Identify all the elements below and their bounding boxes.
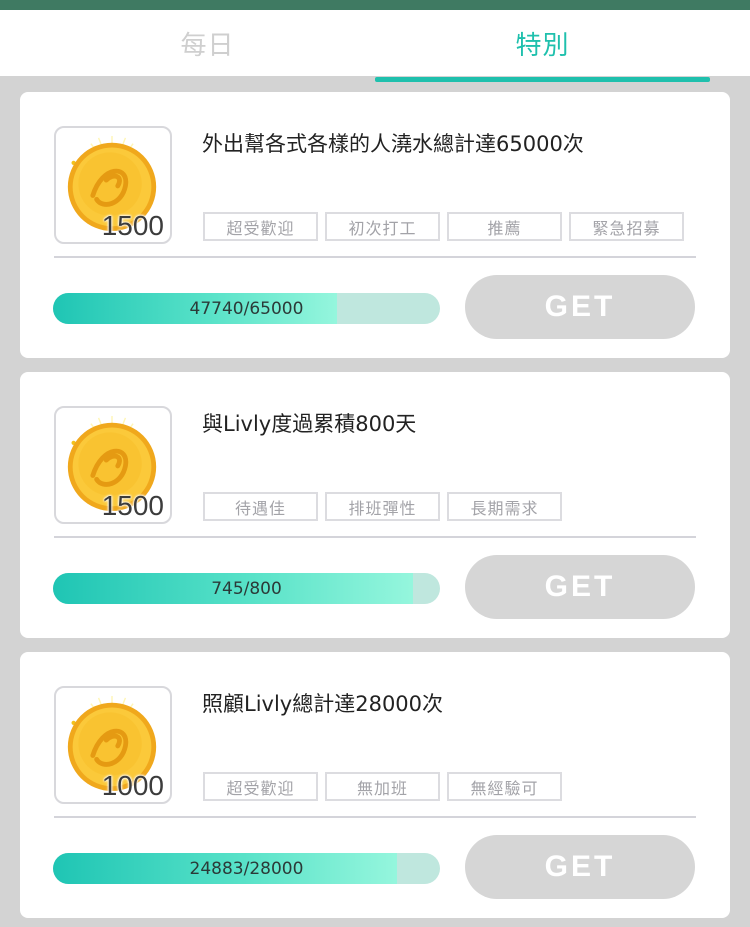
reward-box: 1500: [54, 406, 172, 524]
reward-amount: 1500: [101, 490, 164, 521]
reward-box: 1000: [54, 686, 172, 804]
progress-bar: 745/800: [53, 573, 440, 604]
tab-daily[interactable]: 每日: [40, 10, 375, 76]
progress-text: 745/800: [211, 578, 282, 599]
tab-bar: 每日 特別: [0, 10, 750, 82]
quest-tag: 超受歡迎: [203, 212, 318, 241]
quest-card: 1000 照顧Livly總計達28000次 超受歡迎 無加班 無經驗可 2488…: [20, 652, 730, 918]
progress-text: 47740/65000: [189, 298, 304, 319]
quest-card: 1500 外出幫各式各樣的人澆水總計達65000次 超受歡迎 初次打工 推薦 緊…: [20, 92, 730, 358]
quest-tag: 超受歡迎: [203, 772, 318, 801]
quest-tags: 超受歡迎 初次打工 推薦 緊急招募: [203, 212, 684, 241]
reward-box: 1500: [54, 126, 172, 244]
progress-bar: 47740/65000: [53, 293, 440, 324]
card-divider: [54, 256, 696, 258]
quest-tag: 無經驗可: [447, 772, 562, 801]
progress-bar: 24883/28000: [53, 853, 440, 884]
quest-tag: 長期需求: [447, 492, 562, 521]
card-divider: [54, 536, 696, 538]
quest-title: 外出幫各式各樣的人澆水總計達65000次: [202, 132, 584, 156]
quest-tag: 緊急招募: [569, 212, 684, 241]
quest-tag: 初次打工: [325, 212, 440, 241]
progress-text: 24883/28000: [189, 858, 304, 879]
reward-amount: 1500: [101, 210, 164, 241]
quest-tag: 推薦: [447, 212, 562, 241]
tab-special[interactable]: 特別: [375, 10, 710, 76]
quest-tag: 無加班: [325, 772, 440, 801]
quest-tag: 待遇佳: [203, 492, 318, 521]
get-button[interactable]: GET: [465, 555, 695, 619]
card-divider: [54, 816, 696, 818]
quest-title: 照顧Livly總計達28000次: [202, 692, 444, 716]
quest-card: 1500 與Livly度過累積800天 待遇佳 排班彈性 長期需求 745/80…: [20, 372, 730, 638]
quest-tag: 排班彈性: [325, 492, 440, 521]
quest-title: 與Livly度過累積800天: [202, 412, 417, 436]
quest-tags: 待遇佳 排班彈性 長期需求: [203, 492, 562, 521]
active-tab-indicator: [375, 77, 710, 82]
reward-amount: 1000: [101, 770, 164, 801]
quest-tags: 超受歡迎 無加班 無經驗可: [203, 772, 562, 801]
get-button[interactable]: GET: [465, 835, 695, 899]
get-button[interactable]: GET: [465, 275, 695, 339]
top-status-bar: [0, 0, 750, 10]
